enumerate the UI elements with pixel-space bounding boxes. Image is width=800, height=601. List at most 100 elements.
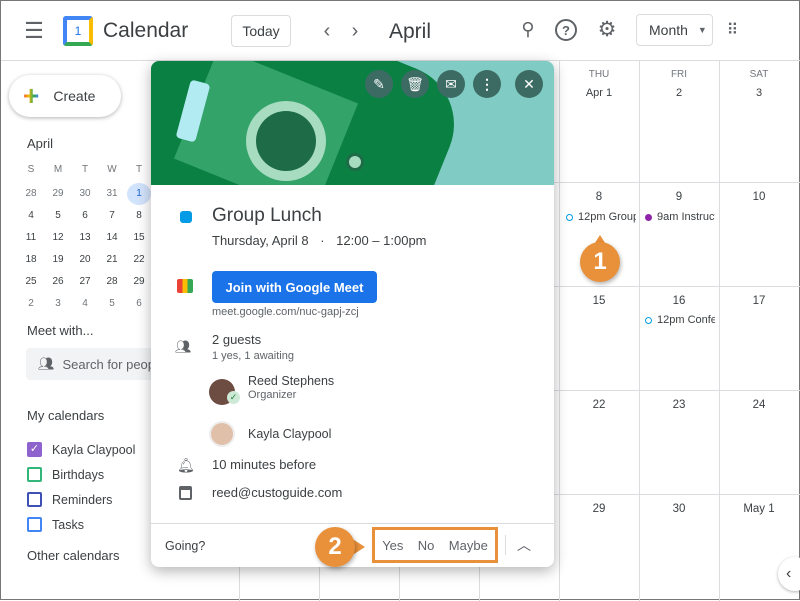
email-guests-icon[interactable]: ✉ — [437, 70, 465, 98]
guests-status: 1 yes, 1 awaiting — [212, 350, 294, 362]
close-icon[interactable]: ✕ — [515, 70, 543, 98]
rsvp-maybe-button[interactable]: Maybe — [449, 538, 488, 553]
event-color-swatch — [180, 211, 192, 223]
mini-day[interactable]: 26 — [46, 271, 70, 293]
mini-weekday: S — [27, 164, 35, 175]
guest-avatar — [209, 421, 235, 447]
expand-chevron-up-icon[interactable]: ︿ — [517, 535, 531, 555]
mini-day[interactable]: 2 — [19, 293, 43, 315]
search-placeholder: Search for people — [62, 356, 156, 372]
day-number[interactable]: May 1 — [719, 503, 799, 515]
settings-gear-icon[interactable]: ⚙ — [595, 17, 619, 41]
mini-day[interactable]: 20 — [73, 249, 97, 271]
top-bar: ☰ 1 Calendar Today ‹ › April ⚲ ? ⚙ Month… — [1, 1, 800, 61]
day-number[interactable]: 17 — [719, 295, 799, 307]
mini-day[interactable]: 5 — [46, 205, 70, 227]
meet-with-heading: Meet with... — [27, 323, 94, 338]
event-label: 12pm Conference — [657, 314, 715, 326]
expand-side-panel-icon[interactable]: ‹ — [778, 557, 800, 591]
meet-link[interactable]: meet.google.com/nuc-gapj-zcj — [212, 306, 359, 318]
step-callout-1: 1 — [580, 242, 620, 282]
mini-day[interactable]: 3 — [46, 293, 70, 315]
day-number[interactable]: 8 — [559, 191, 639, 203]
mini-day[interactable]: 28 — [100, 271, 124, 293]
mini-day[interactable]: 14 — [100, 227, 124, 249]
edit-pencil-icon[interactable]: ✎ — [365, 70, 393, 98]
more-options-icon[interactable]: ⋮ — [473, 70, 501, 98]
calendar-item[interactable]: Birthdays — [27, 462, 135, 487]
mini-day[interactable]: 1 — [127, 183, 151, 205]
view-select[interactable]: Month ▼ — [636, 14, 713, 46]
create-label: Create — [53, 88, 96, 104]
day-number[interactable]: 16 — [639, 295, 719, 307]
event-conference[interactable]: 12pm Conference — [645, 314, 715, 326]
next-month-icon[interactable]: › — [345, 19, 365, 43]
calendar-checkbox[interactable] — [27, 492, 42, 507]
calendar-checkbox[interactable]: ✓ — [27, 442, 42, 457]
mini-day[interactable]: 13 — [73, 227, 97, 249]
mini-day[interactable]: 12 — [46, 227, 70, 249]
mini-day[interactable]: 19 — [46, 249, 70, 271]
rsvp-yes-button[interactable]: Yes — [382, 538, 403, 553]
day-number[interactable]: 15 — [559, 295, 639, 307]
mini-day[interactable]: 18 — [19, 249, 43, 271]
day-number[interactable]: 30 — [639, 503, 719, 515]
mini-day[interactable]: 28 — [19, 183, 43, 205]
apps-grid-icon[interactable]: ⠿ — [721, 19, 743, 41]
mini-day[interactable]: 15 — [127, 227, 151, 249]
search-people-input[interactable]: 👥︎ Search for people — [26, 348, 156, 380]
calendar-item[interactable]: Reminders — [27, 487, 135, 512]
today-button[interactable]: Today — [231, 15, 291, 47]
day-number[interactable]: 2 — [639, 87, 719, 99]
mini-day[interactable]: 11 — [19, 227, 43, 249]
mini-day[interactable]: 21 — [100, 249, 124, 271]
event-datetime: Thursday, April 8 · 12:00 – 1:00pm — [212, 233, 427, 248]
dropdown-arrow-icon: ▼ — [697, 25, 707, 35]
day-number[interactable]: 23 — [639, 399, 719, 411]
calendar-owner: reed@custoguide.com — [212, 485, 343, 500]
delete-trash-icon[interactable]: 🗑︎ — [401, 70, 429, 98]
prev-month-icon[interactable]: ‹ — [317, 19, 337, 43]
mini-calendar-title: April — [27, 136, 54, 151]
rsvp-no-button[interactable]: No — [418, 538, 435, 553]
event-label: 9am Instructor — [657, 211, 715, 223]
day-number[interactable]: 9 — [639, 191, 719, 203]
event-date: Thursday, April 8 — [212, 233, 309, 248]
mini-day[interactable]: 27 — [73, 271, 97, 293]
mini-day[interactable]: 25 — [19, 271, 43, 293]
search-icon[interactable]: ⚲ — [516, 17, 540, 41]
calendar-label: Kayla Claypool — [52, 442, 136, 457]
menu-icon[interactable]: ☰ — [21, 18, 47, 43]
day-number[interactable]: 3 — [719, 87, 799, 99]
event-instructor[interactable]: 9am Instructor — [645, 211, 715, 223]
event-group-lunch[interactable]: 12pm Group Lunch — [566, 211, 636, 223]
accepted-check-icon: ✓ — [227, 391, 240, 404]
mini-day[interactable]: 22 — [127, 249, 151, 271]
calendar-item[interactable]: Tasks — [27, 512, 135, 537]
weekday-header: SAT — [749, 69, 769, 80]
mini-day[interactable]: 5 — [100, 293, 124, 315]
mini-day[interactable]: 4 — [19, 205, 43, 227]
day-number[interactable]: 22 — [559, 399, 639, 411]
mini-day[interactable]: 29 — [127, 271, 151, 293]
day-number[interactable]: 24 — [719, 399, 799, 411]
mini-day[interactable]: 8 — [127, 205, 151, 227]
calendar-checkbox[interactable] — [27, 517, 42, 532]
mini-day[interactable]: 4 — [73, 293, 97, 315]
day-number[interactable]: 29 — [559, 503, 639, 515]
calendar-checkbox[interactable] — [27, 467, 42, 482]
mini-day[interactable]: 6 — [127, 293, 151, 315]
mini-day[interactable]: 29 — [46, 183, 70, 205]
day-number[interactable]: 10 — [719, 191, 799, 203]
mini-day[interactable]: 30 — [73, 183, 97, 205]
help-icon[interactable]: ? — [555, 19, 577, 41]
mini-day[interactable]: 6 — [73, 205, 97, 227]
day-number[interactable]: Apr 1 — [559, 87, 639, 99]
create-button[interactable]: + Create — [9, 75, 121, 117]
calendar-item[interactable]: ✓ Kayla Claypool — [27, 437, 135, 462]
app-name: Calendar — [103, 19, 189, 42]
guest-name: Kayla Claypool — [248, 427, 332, 441]
mini-day[interactable]: 7 — [100, 205, 124, 227]
join-meet-button[interactable]: Join with Google Meet — [212, 271, 377, 303]
mini-day[interactable]: 31 — [100, 183, 124, 205]
